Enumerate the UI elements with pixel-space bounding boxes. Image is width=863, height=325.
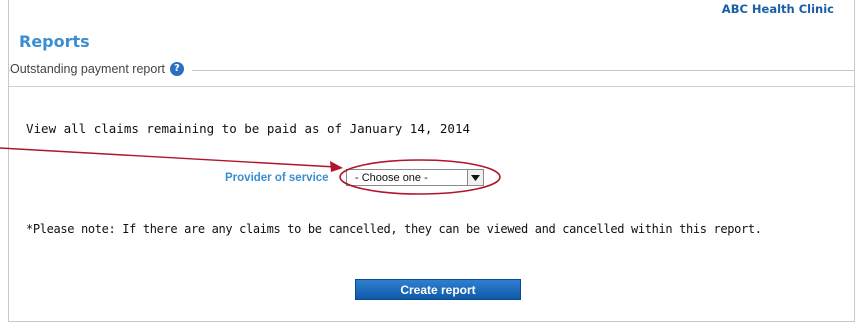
help-icon[interactable]: ? — [169, 62, 184, 76]
provider-label: Provider of service — [225, 172, 329, 184]
provider-select[interactable]: - Choose one - — [346, 169, 484, 186]
page-title: Reports — [19, 32, 90, 51]
cancellation-note: *Please note: If there are any claims to… — [26, 222, 762, 236]
clinic-name: ABC Health Clinic — [721, 2, 834, 16]
section-title: Outstanding payment report — [10, 62, 165, 76]
reports-panel: ABC Health Clinic Reports Outstanding pa… — [8, 0, 855, 322]
report-intro-text: View all claims remaining to be paid as … — [26, 121, 471, 136]
reports-page: ABC Health Clinic Reports Outstanding pa… — [0, 0, 863, 325]
section-heading: Outstanding payment report ? — [9, 62, 854, 82]
dropdown-arrow-icon[interactable] — [467, 170, 483, 185]
provider-select-value: - Choose one - — [355, 171, 428, 184]
section-title-group: Outstanding payment report ? — [10, 62, 192, 76]
chevron-down-icon — [471, 174, 480, 181]
create-report-button[interactable]: Create report — [355, 279, 521, 300]
